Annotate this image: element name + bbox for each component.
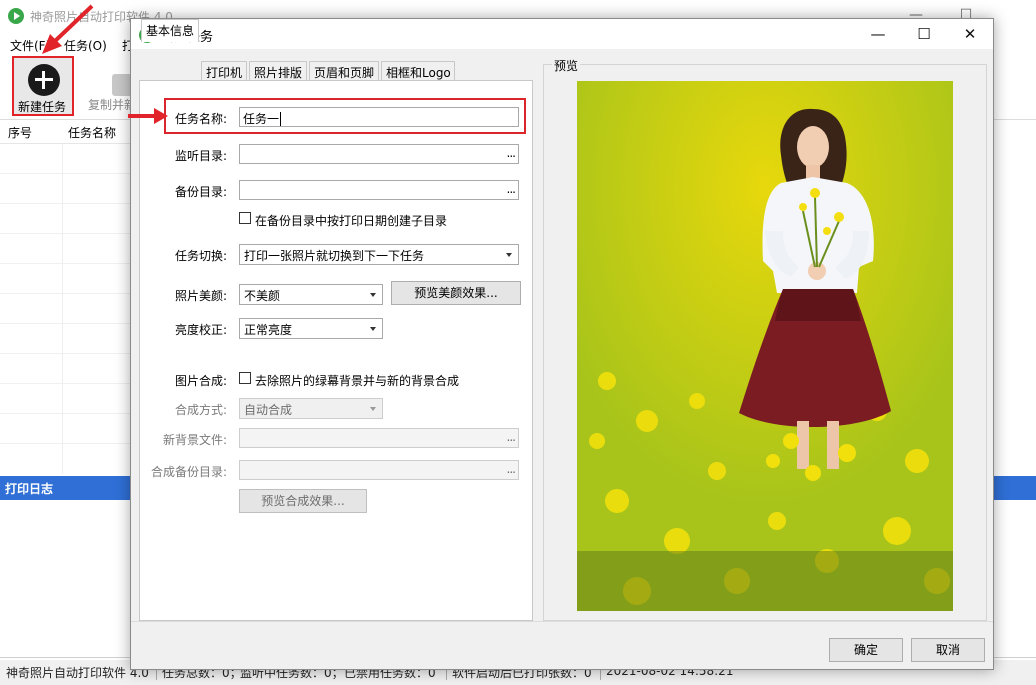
plus-icon [28,64,60,96]
beauty-value: 不美颜 [244,289,281,303]
task-switch-value: 打印一张照片就切换到下一下任务 [244,249,425,263]
chevron-down-icon [370,293,376,297]
list-item [0,204,140,234]
brightness-select[interactable]: 正常亮度 [239,318,383,339]
preview-label: 预览 [552,57,581,74]
annotation-arrow-toolbar [42,4,94,54]
task-name-input[interactable]: 任务一 [239,107,519,127]
preview-image [577,81,953,611]
browse-watch-dir-button[interactable]: ... [507,146,517,160]
print-log-title: 打印日志 [5,482,54,496]
new-task-label: 新建任务 [18,100,67,114]
list-item [0,414,140,444]
app-icon [8,8,24,24]
list-item [0,354,140,384]
compose-checkbox[interactable] [239,372,251,384]
cancel-button[interactable]: 取消 [911,638,985,662]
list-item [0,234,140,264]
brightness-value: 正常亮度 [244,323,293,337]
tab-photo-layout[interactable]: 照片排版 [249,61,307,81]
compose-mode-value: 自动合成 [244,403,293,417]
maximize-icon[interactable]: ☐ [901,19,947,49]
list-item [0,264,140,294]
beauty-label: 照片美颜: [175,289,228,303]
watch-dir-input[interactable]: ... [239,144,519,164]
task-switch-label: 任务切换: [175,249,228,263]
close-icon[interactable]: ✕ [947,19,993,49]
tab-header-footer[interactable]: 页眉和页脚 [309,61,379,81]
compose-label: 图片合成: [175,374,228,388]
compose-check-label: 去除照片的绿幕背景并与新的背景合成 [255,374,460,388]
list-item [0,174,140,204]
column-task-name[interactable]: 任务名称 [68,124,116,141]
chevron-down-icon [506,253,512,257]
list-item [0,294,140,324]
column-divider [62,144,63,474]
compose-backup-label: 合成备份目录: [151,465,228,479]
backup-subdir-checkbox[interactable] [239,212,251,224]
copy-icon [112,74,132,96]
dialog-title-bar: 新建任务 — ☐ ✕ [131,19,993,49]
browse-backup-dir-button[interactable]: ... [507,182,517,196]
task-list-header: 序号 任务名称 [0,120,140,144]
tab-frame-logo[interactable]: 相框和Logo [381,61,455,81]
backup-dir-input[interactable]: ... [239,180,519,200]
compose-mode-label: 合成方式: [175,403,228,417]
tab-basic-info[interactable]: 基本信息 [141,19,199,42]
column-index[interactable]: 序号 [8,124,32,141]
compose-mode-select[interactable]: 自动合成 [239,398,383,419]
chevron-down-icon [370,327,376,331]
list-item [0,384,140,414]
backup-dir-label: 备份目录: [175,185,228,199]
new-bg-input[interactable]: ... [239,428,519,448]
dialog-footer: 确定 取消 [131,621,993,669]
compose-backup-input[interactable]: ... [239,460,519,480]
new-task-dialog: 新建任务 — ☐ ✕ 基本信息 打印机 照片排版 页眉和页脚 相框和Logo 任… [130,18,994,670]
list-item [0,144,140,174]
beauty-preview-button[interactable]: 预览美颜效果... [391,281,521,305]
ok-button[interactable]: 确定 [829,638,903,662]
annotation-arrow-taskname [128,108,168,124]
minimize-icon[interactable]: — [855,19,901,49]
preview-photo-art [577,81,953,611]
task-name-label: 任务名称: [175,112,228,126]
task-name-value: 任务一 [243,112,280,126]
list-item [0,324,140,354]
new-task-button[interactable]: 新建任务 [12,56,74,116]
browse-compose-backup-button[interactable]: ... [507,462,517,476]
beauty-select[interactable]: 不美颜 [239,284,383,305]
task-list[interactable] [0,144,140,474]
browse-new-bg-button[interactable]: ... [507,430,517,444]
chevron-down-icon [370,407,376,411]
tab-printer[interactable]: 打印机 [201,61,247,81]
status-app-name: 神奇照片自动打印软件 4.0 [6,666,149,680]
backup-subdir-label: 在备份目录中按打印日期创建子目录 [255,214,448,228]
watch-dir-label: 监听目录: [175,149,228,163]
brightness-label: 亮度校正: [175,323,228,337]
new-bg-label: 新背景文件: [163,433,228,447]
compose-preview-button[interactable]: 预览合成效果... [239,489,367,513]
text-caret [280,112,282,126]
task-switch-select[interactable]: 打印一张照片就切换到下一下任务 [239,244,519,265]
